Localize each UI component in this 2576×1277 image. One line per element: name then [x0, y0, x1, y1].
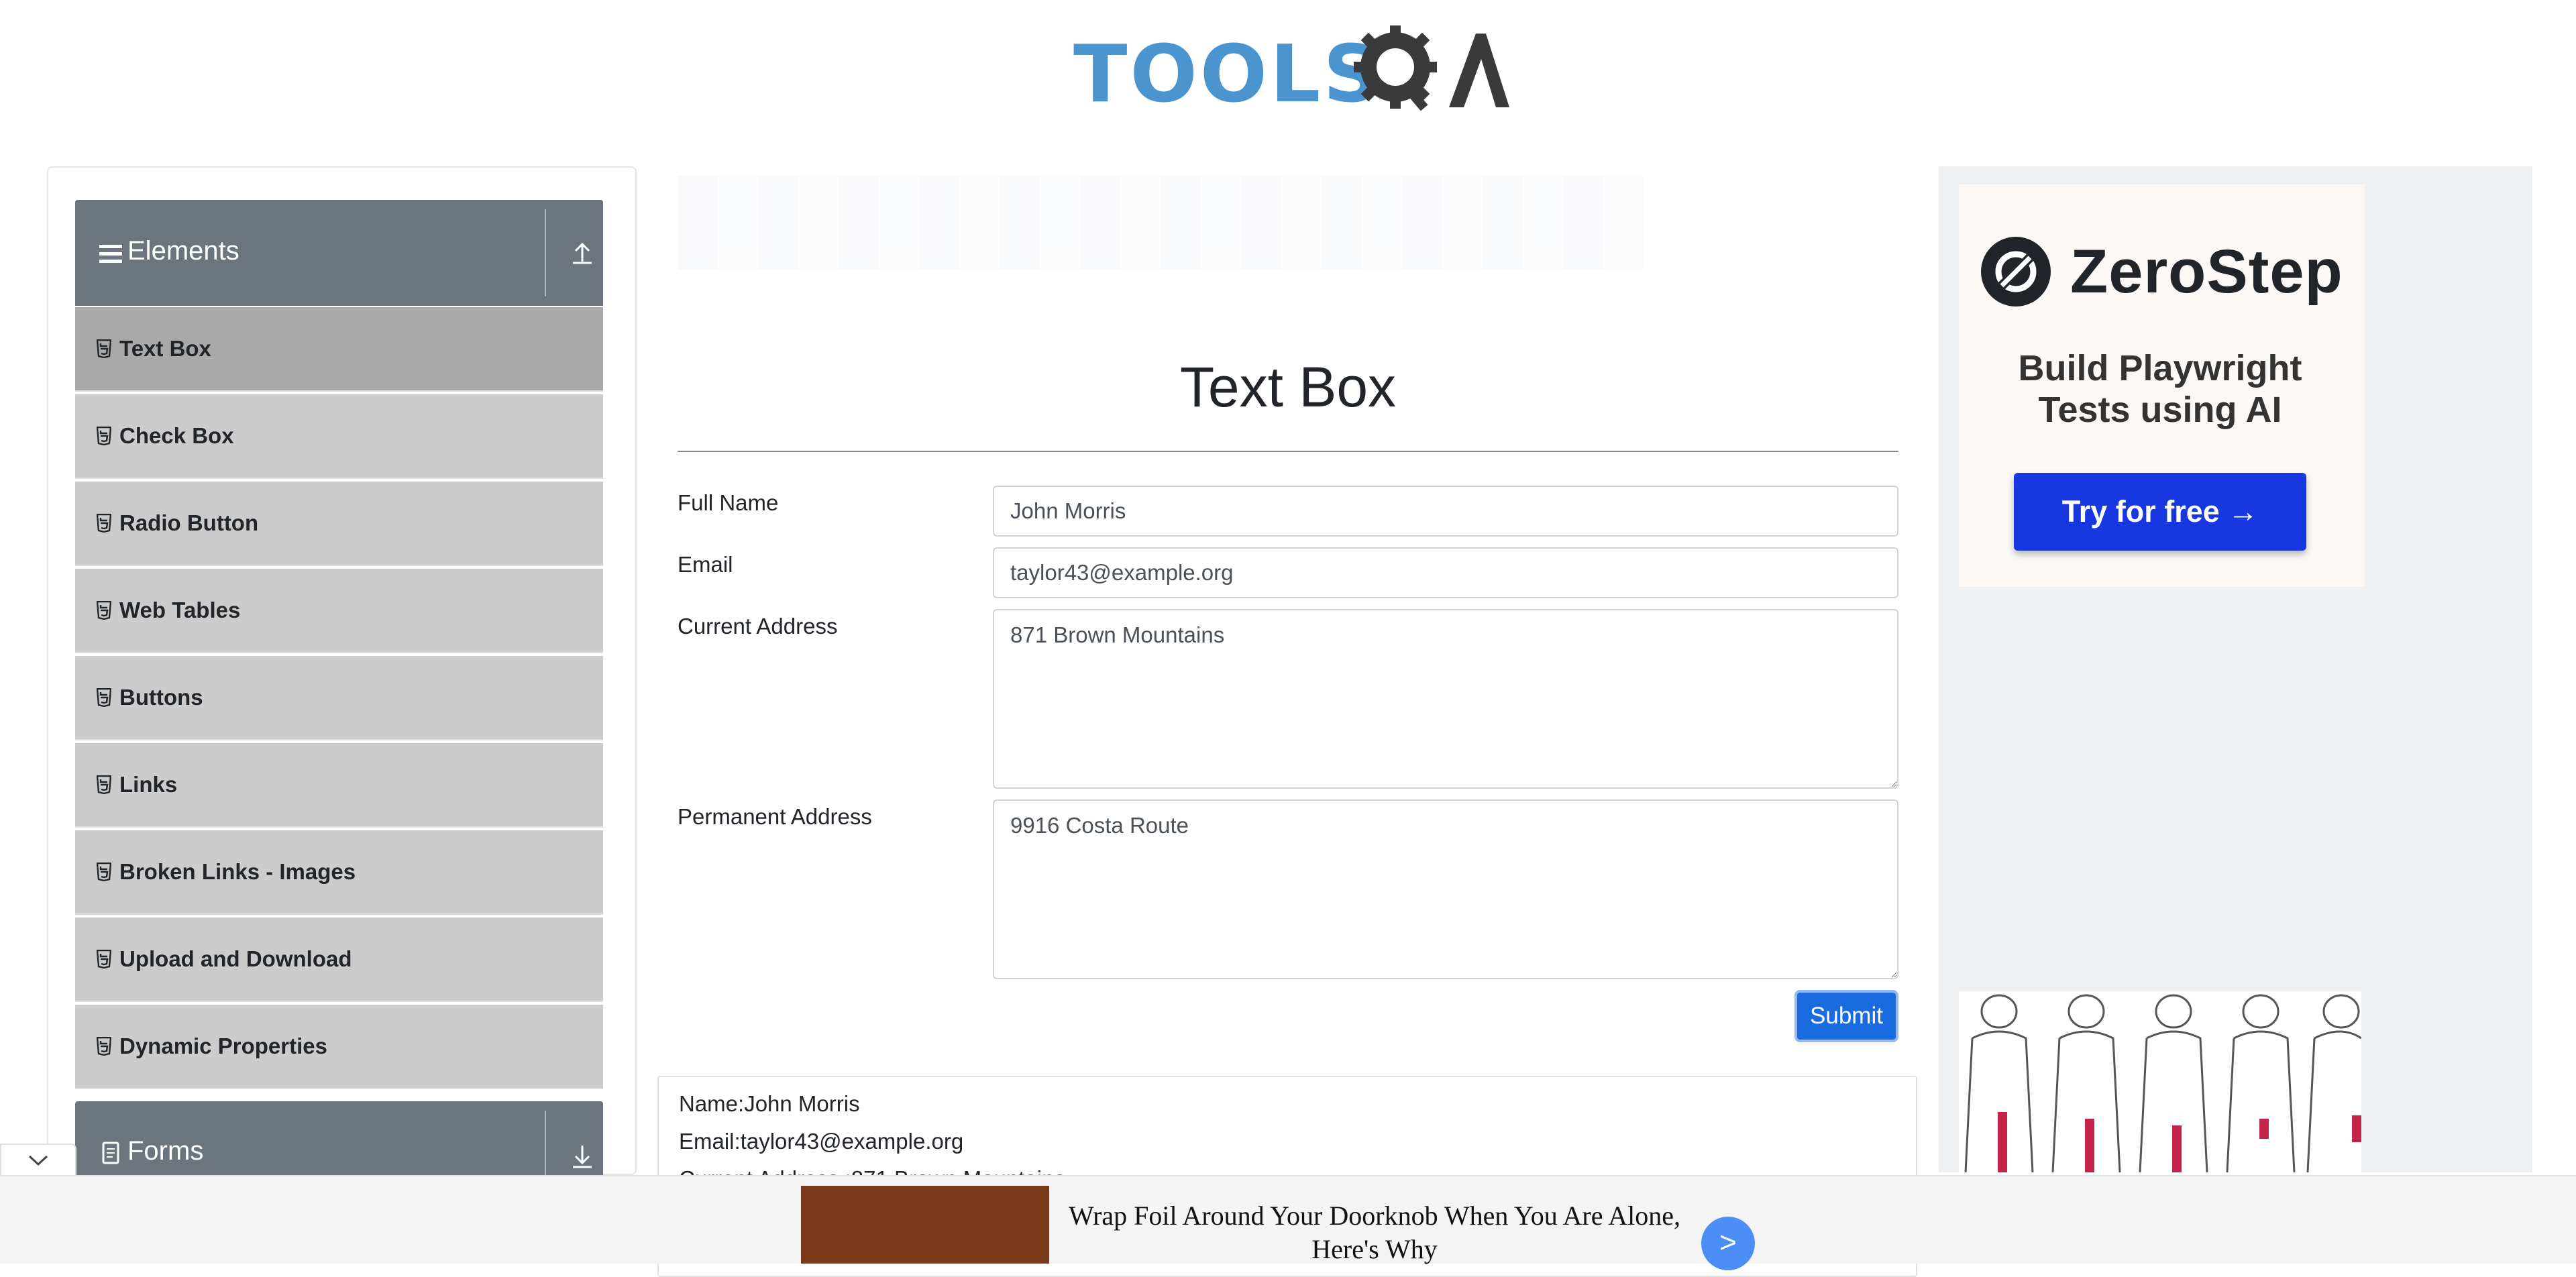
sidebar-item-buttons[interactable]: Buttons: [75, 656, 603, 740]
output-email: Email:taylor43@example.org: [679, 1129, 964, 1154]
current-address-label: Current Address: [678, 614, 838, 638]
html5-icon: [97, 601, 111, 620]
sidebar-item-text-box[interactable]: Text Box: [75, 307, 603, 392]
chevron-down-icon: [28, 1155, 48, 1166]
sidebar-item-web-tables[interactable]: Web Tables: [75, 569, 603, 653]
document-icon: [102, 1142, 119, 1164]
collapse-up-icon[interactable]: [562, 232, 602, 272]
gear-q-icon: [1354, 25, 1509, 111]
sidebar-item-label: Links: [119, 772, 178, 797]
zerostep-tagline: Build Playwright Tests using AI: [2018, 348, 2302, 430]
sidebar-item-label: Dynamic Properties: [119, 1034, 327, 1058]
sidebar-group-title: Forms: [127, 1136, 204, 1166]
permanent-address-textarea[interactable]: 9916 Costa Route: [993, 799, 1898, 979]
html5-icon: [97, 427, 111, 445]
html5-icon: [97, 863, 111, 881]
sidebar-item-label: Broken Links - Images: [119, 859, 356, 884]
email-input[interactable]: [993, 547, 1898, 598]
divider: [545, 1111, 546, 1176]
sidebar-item-dynamic-properties[interactable]: Dynamic Properties: [75, 1005, 603, 1089]
title-divider: [678, 451, 1898, 452]
faded-banner: [678, 176, 1644, 270]
sidebar-item-radio-button[interactable]: Radio Button: [75, 482, 603, 566]
ad-headline: Wrap Foil Around Your Doorknob When You …: [1068, 1201, 1681, 1264]
ad-thumbnail: [801, 1186, 1049, 1264]
current-address-textarea[interactable]: 871 Brown Mountains: [993, 609, 1898, 789]
sidebar-item-label: Radio Button: [119, 510, 259, 535]
page-title: Text Box: [1179, 355, 1397, 419]
html5-icon: [97, 514, 111, 533]
zerostep-logo-icon: [1981, 237, 2051, 307]
sidebar-item-label: Check Box: [119, 423, 234, 448]
zerostep-brand: ZeroStep: [2070, 237, 2343, 306]
html5-icon: [97, 775, 111, 794]
html5-icon: [97, 950, 111, 968]
email-label: Email: [678, 552, 733, 577]
sidebar-group-title: Elements: [127, 236, 239, 266]
sidebar-group-forms[interactable]: Forms: [75, 1101, 603, 1176]
ad-go-button[interactable]: >: [1701, 1217, 1755, 1270]
sidebar-item-label: Web Tables: [119, 598, 241, 622]
collapse-ad-button[interactable]: [0, 1144, 76, 1180]
sidebar-item-label: Upload and Download: [119, 946, 352, 971]
submit-button[interactable]: Submit: [1794, 990, 1898, 1042]
hamburger-icon: [99, 245, 122, 263]
full-name-label: Full Name: [678, 490, 779, 515]
sidebar-group-elements[interactable]: Elements: [75, 200, 603, 306]
ad-illustration[interactable]: [1959, 991, 2361, 1172]
try-for-free-button[interactable]: Try for free →: [2014, 473, 2306, 551]
divider: [545, 209, 546, 296]
sidebar-item-upload-and-download[interactable]: Upload and Download: [75, 918, 603, 1002]
logo-tools-text: TOOLS: [1073, 27, 1383, 120]
toolsqa-logo[interactable]: TOOLS: [1073, 20, 1509, 121]
sidebar-item-broken-links-images[interactable]: Broken Links - Images: [75, 830, 603, 915]
sidebar-menu: Text Box Check Box Radio Button Web Tabl…: [75, 307, 603, 1092]
bottom-ad-banner[interactable]: Wrap Foil Around Your Doorknob When You …: [0, 1175, 2576, 1270]
sidebar-item-label: Text Box: [119, 336, 211, 361]
html5-icon: [97, 688, 111, 707]
sidebar-item-links[interactable]: Links: [75, 743, 603, 828]
sidebar-item-label: Buttons: [119, 685, 203, 710]
full-name-input[interactable]: [993, 486, 1898, 537]
html5-icon: [97, 1037, 111, 1056]
sidebar-item-check-box[interactable]: Check Box: [75, 394, 603, 479]
permanent-address-label: Permanent Address: [678, 804, 872, 829]
output-name: Name:John Morris: [679, 1091, 860, 1116]
expand-down-icon[interactable]: [562, 1136, 602, 1176]
html5-icon: [97, 339, 111, 358]
